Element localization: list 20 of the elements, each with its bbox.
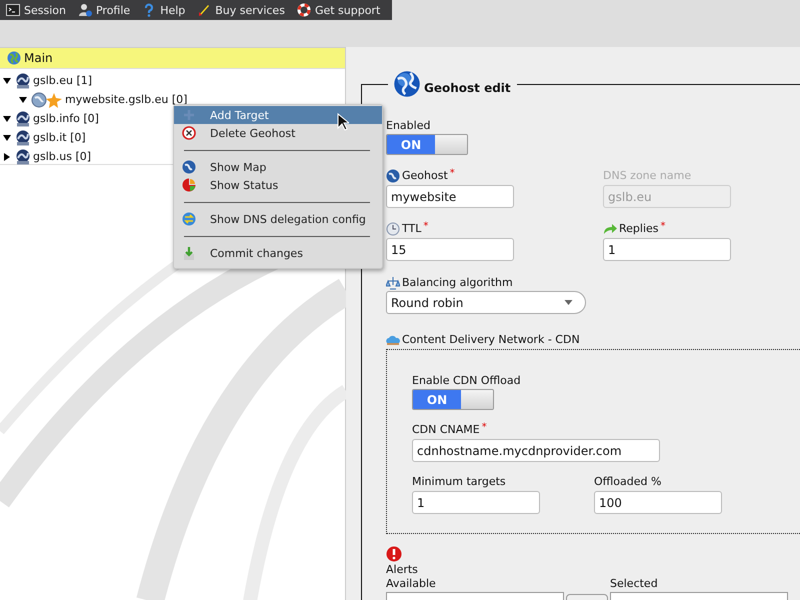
list-label: Selected <box>610 577 659 591</box>
section-title: Content Delivery Network - CDN <box>402 332 580 346</box>
field-label: Enable CDN Offload <box>412 374 521 388</box>
list-label: Available <box>386 577 437 591</box>
field-label: Minimum targets <box>412 474 506 488</box>
required-mark: * <box>450 168 455 179</box>
required-mark: * <box>660 221 666 232</box>
required-mark: * <box>482 422 487 433</box>
section-title: Alerts <box>386 563 419 577</box>
required-mark: * <box>423 221 428 232</box>
field-label: Offloaded % <box>594 474 662 488</box>
form-title: Geohost edit <box>424 81 511 95</box>
field-label: Geohost <box>402 168 448 182</box>
panel-title: Main <box>24 51 53 65</box>
field-label: DNS zone name <box>603 168 692 182</box>
field-label: TTL <box>402 222 422 236</box>
field-label: Enabled <box>386 119 430 133</box>
field-label: Replies <box>619 222 659 236</box>
field-label: CDN CNAME <box>412 422 480 436</box>
field-label: Balancing algorithm <box>402 276 513 290</box>
